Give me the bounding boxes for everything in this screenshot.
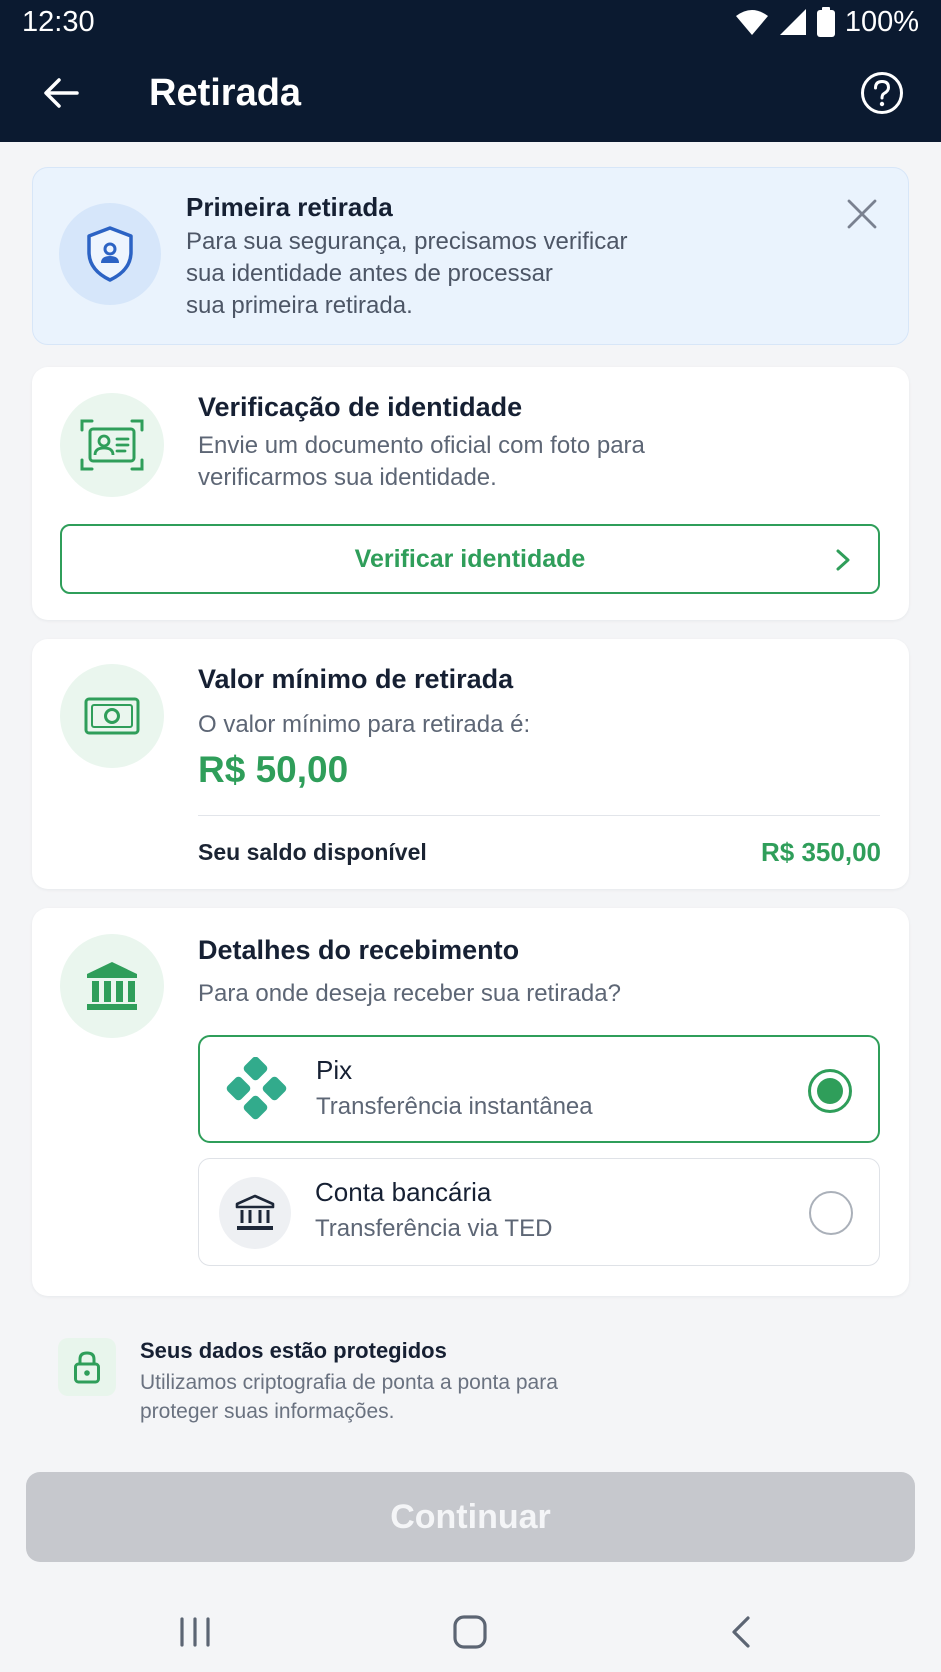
battery-percentage: 100% [844, 5, 919, 38]
payout-option-bank-subtitle: Transferência via TED [315, 1215, 553, 1242]
bank-icon [87, 962, 137, 1010]
identity-text-line-2: verificarmos sua identidade. [198, 464, 497, 491]
banner-text-line-1: Para sua segurança, precisamos verificar [186, 228, 628, 255]
banner-close-button[interactable] [844, 196, 880, 232]
bank-account-radio-button[interactable] [809, 1191, 853, 1235]
minimum-amount: R$ 50,00 [198, 749, 349, 790]
security-text-line-1: Utilizamos criptografia de ponta a ponta… [140, 1371, 558, 1394]
pix-icon [226, 1057, 287, 1120]
id-card-icon [80, 419, 144, 471]
security-title: Seus dados estão protegidos [140, 1338, 447, 1363]
banner-icon-circle [59, 203, 161, 305]
chevron-left-icon [732, 1616, 750, 1648]
balance-divider [198, 815, 880, 816]
home-icon [453, 1615, 487, 1649]
security-note: Seus dados estão protegidos Utilizamos c… [58, 1338, 888, 1428]
verify-identity-button[interactable]: Verificar identidade [60, 524, 880, 594]
first-withdrawal-banner: Primeira retirada Para sua segurança, pr… [32, 167, 909, 345]
verify-identity-label: Verificar identidade [354, 544, 586, 573]
bank-icon [235, 1194, 275, 1230]
receipt-question: Para onde deseja receber sua retirada? [198, 980, 621, 1007]
minimum-title: Valor mínimo de retirada [198, 664, 514, 694]
status-bar: 12:30 100% [0, 0, 941, 46]
chevron-right-icon [836, 549, 850, 571]
lock-icon [74, 1351, 100, 1384]
security-text-line-2: proteger suas informações. [140, 1400, 395, 1423]
signal-icon [779, 9, 806, 35]
minimum-withdrawal-card: Valor mínimo de retirada O valor mínimo … [32, 639, 909, 889]
back-button[interactable] [36, 68, 86, 118]
system-back-button[interactable] [711, 1602, 771, 1662]
help-button[interactable] [855, 66, 909, 120]
receipt-details-card: Detalhes do recebimento Para onde deseja… [32, 908, 909, 1296]
lock-icon-box [58, 1338, 116, 1396]
payout-option-pix-subtitle: Transferência instantânea [316, 1093, 593, 1120]
shield-user-icon [87, 226, 133, 282]
payout-option-bank-title: Conta bancária [315, 1177, 492, 1207]
identity-icon-circle [60, 393, 164, 497]
receipt-title: Detalhes do recebimento [198, 935, 520, 965]
close-icon [847, 199, 877, 229]
recent-apps-icon [180, 1617, 210, 1647]
arrow-left-icon [44, 78, 79, 108]
page-title: Retirada [149, 72, 302, 114]
balance-label: Seu saldo disponível [198, 839, 427, 865]
continue-button[interactable]: Continuar [26, 1472, 915, 1562]
minimum-description: O valor mínimo para retirada é: [198, 711, 531, 738]
banner-text-line-2: sua identidade antes de processar [186, 260, 553, 287]
pix-radio-button[interactable] [808, 1069, 852, 1113]
system-navigation-bar [0, 1592, 941, 1672]
identity-text-line-1: Envie um documento oficial com foto para [198, 432, 645, 459]
battery-icon [816, 7, 835, 37]
identity-verification-card: Verificação de identidade Envie um docum… [32, 367, 909, 620]
minimum-icon-circle [60, 664, 164, 768]
app-bar: 12:30 100% Retirada [0, 0, 941, 142]
banknote-icon [84, 697, 140, 735]
help-circle-icon [861, 72, 903, 114]
continue-label: Continuar [390, 1497, 551, 1536]
home-button[interactable] [440, 1602, 500, 1662]
banner-title: Primeira retirada [186, 192, 393, 222]
wifi-icon [735, 10, 768, 35]
payout-option-pix-title: Pix [316, 1055, 353, 1085]
identity-title: Verificação de identidade [198, 392, 523, 422]
payout-option-bank-account[interactable]: Conta bancária Transferência via TED [198, 1158, 880, 1266]
banner-text-line-3: sua primeira retirada. [186, 292, 413, 319]
balance-value: R$ 350,00 [761, 837, 881, 867]
payout-option-pix[interactable]: Pix Transferência instantânea [198, 1035, 880, 1143]
status-icons: 100% [735, 5, 919, 39]
receipt-icon-circle [60, 934, 164, 1038]
status-time: 12:30 [22, 6, 95, 38]
bank-account-icon-circle [219, 1177, 291, 1249]
recent-apps-button[interactable] [165, 1602, 225, 1662]
toolbar: Retirada [0, 56, 941, 128]
